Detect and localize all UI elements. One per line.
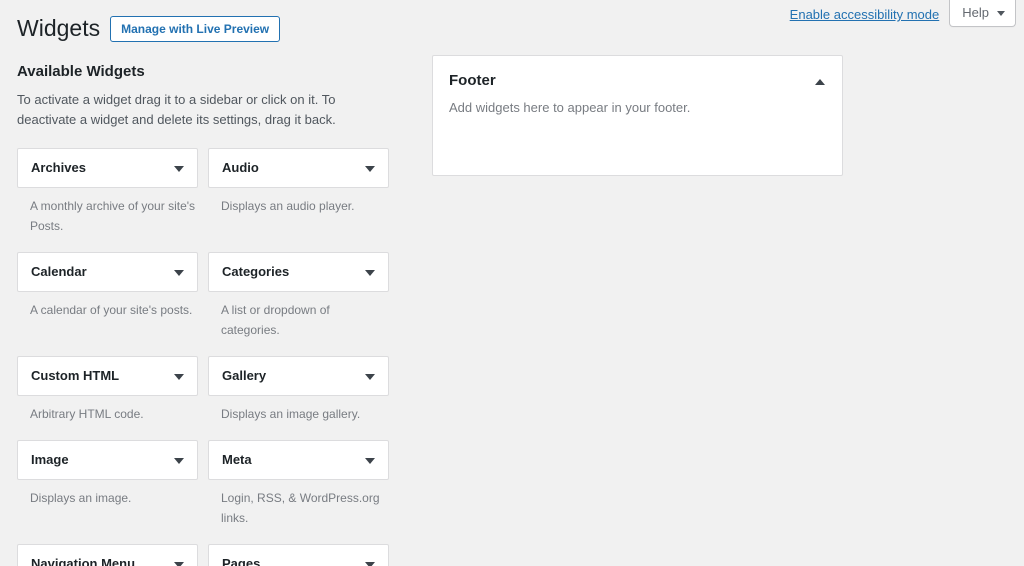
widget-description: Arbitrary HTML code. [17, 396, 198, 424]
available-widgets-description: To activate a widget drag it to a sideba… [17, 90, 397, 130]
widget-title: Meta [222, 451, 362, 469]
sidebar-description: Add widgets here to appear in your foote… [449, 98, 826, 118]
widget-title: Gallery [222, 367, 362, 385]
chevron-down-icon [997, 11, 1005, 16]
sidebar-panel: Footer Add widgets here to appear in your… [432, 55, 843, 176]
widget-description: Login, RSS, & WordPress.org links. [208, 480, 389, 528]
chevron-down-icon[interactable] [362, 368, 378, 384]
page-header: Widgets Manage with Live Preview [17, 14, 280, 43]
chevron-down-icon[interactable] [171, 556, 187, 566]
widget-handle[interactable]: Categories [208, 252, 389, 292]
widget-title: Calendar [31, 263, 171, 281]
chevron-down-icon[interactable] [171, 264, 187, 280]
available-widget: Image Displays an image. [17, 440, 198, 528]
available-widget: Navigation MenuAdd a navigation menu to … [17, 544, 198, 566]
manage-with-live-preview-button[interactable]: Manage with Live Preview [110, 16, 280, 42]
available-widget: Calendar A calendar of your site's posts. [17, 252, 198, 340]
widget-handle[interactable]: Pages [208, 544, 389, 566]
available-widgets-grid: Archives A monthly archive of your site's… [17, 148, 409, 566]
widget-handle[interactable]: Navigation Menu [17, 544, 198, 566]
chevron-down-icon[interactable] [171, 160, 187, 176]
widget-description: A monthly archive of your site's Posts. [17, 188, 198, 236]
chevron-down-icon[interactable] [362, 160, 378, 176]
widget-description: Displays an image. [17, 480, 198, 508]
widget-description: A calendar of your site's posts. [17, 292, 198, 320]
page-title: Widgets [17, 14, 100, 43]
chevron-down-icon[interactable] [362, 264, 378, 280]
screen-meta-links: Enable accessibility mode Help [790, 0, 1016, 28]
available-widget: Categories A list or dropdown of categori… [208, 252, 389, 340]
available-widgets-heading: Available Widgets [17, 62, 409, 82]
chevron-up-icon[interactable] [812, 74, 828, 90]
available-widgets-section: Available Widgets To activate a widget d… [17, 62, 409, 566]
widget-handle[interactable]: Custom HTML [17, 356, 198, 396]
widget-title: Navigation Menu [31, 555, 171, 566]
widget-title: Archives [31, 159, 171, 177]
help-tab-label: Help [962, 5, 989, 20]
help-tab-button[interactable]: Help [949, 0, 1016, 27]
widget-handle[interactable]: Gallery [208, 356, 389, 396]
chevron-down-icon[interactable] [171, 368, 187, 384]
widget-handle[interactable]: Archives [17, 148, 198, 188]
widget-handle[interactable]: Meta [208, 440, 389, 480]
available-widget: Meta Login, RSS, & WordPress.org links. [208, 440, 389, 528]
widget-handle[interactable]: Calendar [17, 252, 198, 292]
widget-description: Displays an image gallery. [208, 396, 389, 424]
widget-title: Audio [222, 159, 362, 177]
widget-description: A list or dropdown of categories. [208, 292, 389, 340]
available-widget: Archives A monthly archive of your site's… [17, 148, 198, 236]
sidebars-column: Footer Add widgets here to appear in your… [432, 55, 843, 176]
widget-title: Custom HTML [31, 367, 171, 385]
chevron-down-icon[interactable] [171, 452, 187, 468]
widget-title: Pages [222, 555, 362, 566]
sidebar-title: Footer [449, 70, 826, 92]
available-widget: Gallery Displays an image gallery. [208, 356, 389, 424]
available-widget: PagesA list of your site's Pages. [208, 544, 389, 566]
available-widget: Custom HTML Arbitrary HTML code. [17, 356, 198, 424]
widgets-admin-screen: Enable accessibility mode Help Widgets M… [0, 0, 1024, 566]
widget-title: Image [31, 451, 171, 469]
chevron-down-icon[interactable] [362, 556, 378, 566]
available-widget: Audio Displays an audio player. [208, 148, 389, 236]
widget-handle[interactable]: Audio [208, 148, 389, 188]
chevron-down-icon[interactable] [362, 452, 378, 468]
enable-accessibility-mode-link[interactable]: Enable accessibility mode [790, 4, 950, 26]
widget-handle[interactable]: Image [17, 440, 198, 480]
widget-description: Displays an audio player. [208, 188, 389, 216]
widget-title: Categories [222, 263, 362, 281]
